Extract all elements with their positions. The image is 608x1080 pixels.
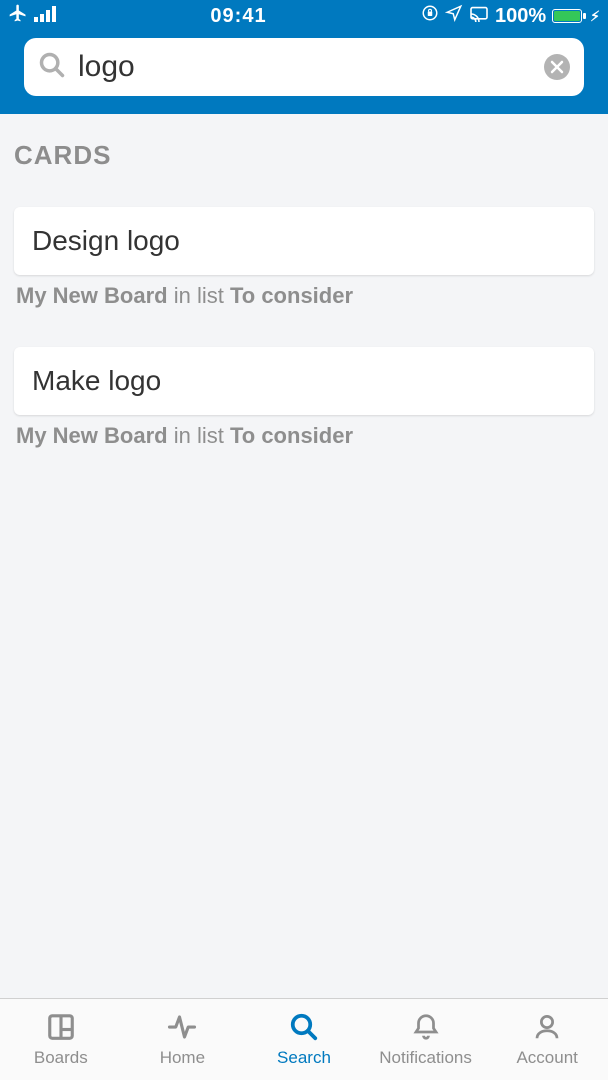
cast-icon <box>469 5 489 28</box>
search-input[interactable] <box>78 50 532 84</box>
card-meta: My New Board in list To consider <box>14 415 594 469</box>
card-board[interactable]: My New Board <box>16 283 168 308</box>
search-icon <box>289 1012 319 1042</box>
tab-home[interactable]: Home <box>122 999 244 1080</box>
person-icon <box>532 1012 562 1042</box>
location-icon <box>445 4 463 28</box>
tab-account[interactable]: Account <box>486 999 608 1080</box>
bell-icon <box>411 1012 441 1042</box>
card-item[interactable]: Make logo <box>14 347 594 415</box>
tab-notifications[interactable]: Notifications <box>365 999 487 1080</box>
card-result: Make logo My New Board in list To consid… <box>14 347 594 469</box>
card-meta: My New Board in list To consider <box>14 275 594 329</box>
tab-label: Search <box>277 1048 331 1068</box>
card-list[interactable]: To consider <box>230 283 353 308</box>
lock-rotation-icon <box>421 4 439 28</box>
tab-boards[interactable]: Boards <box>0 999 122 1080</box>
card-list[interactable]: To consider <box>230 423 353 448</box>
airplane-icon <box>8 3 28 29</box>
pulse-icon <box>167 1012 197 1042</box>
tab-label: Boards <box>34 1048 88 1068</box>
card-board[interactable]: My New Board <box>16 423 168 448</box>
close-icon <box>550 60 564 74</box>
battery-icon <box>552 9 582 23</box>
tab-label: Notifications <box>379 1048 472 1068</box>
card-meta-in-list: in list <box>174 283 224 308</box>
status-bar: 09:41 100% ⚡︎ <box>0 0 608 32</box>
status-time: 09:41 <box>56 5 421 28</box>
search-icon <box>38 51 66 84</box>
tab-label: Home <box>160 1048 205 1068</box>
card-item[interactable]: Design logo <box>14 207 594 275</box>
signal-icon <box>34 5 56 28</box>
tab-label: Account <box>516 1048 577 1068</box>
card-meta-in-list: in list <box>174 423 224 448</box>
tab-bar: Boards Home Search Notifications Account <box>0 998 608 1080</box>
clear-search-button[interactable] <box>544 54 570 80</box>
header <box>0 32 608 114</box>
charging-icon: ⚡︎ <box>590 8 600 25</box>
battery-pct: 100% <box>495 5 546 28</box>
search-box[interactable] <box>24 38 584 96</box>
card-result: Design logo My New Board in list To cons… <box>14 207 594 329</box>
search-results: CARDS Design logo My New Board in list T… <box>0 114 608 998</box>
boards-icon <box>46 1012 76 1042</box>
section-heading-cards: CARDS <box>0 114 608 189</box>
tab-search[interactable]: Search <box>243 999 365 1080</box>
